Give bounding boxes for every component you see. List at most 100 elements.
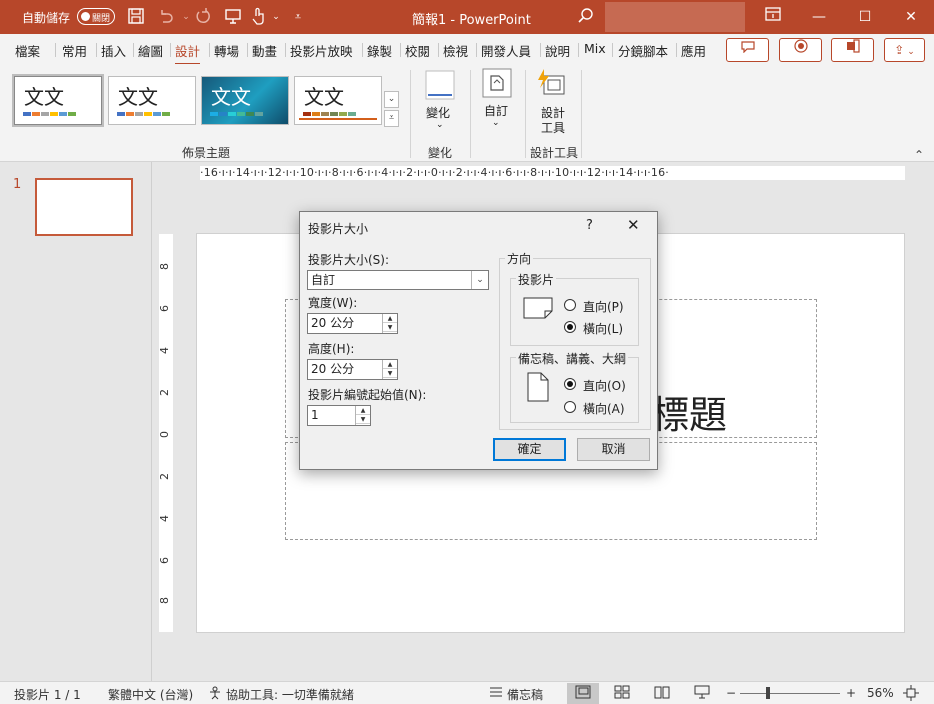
tab-draw[interactable]: 繪圖: [138, 41, 163, 60]
notes-landscape-label[interactable]: 橫向(A): [583, 400, 625, 417]
chevron-down-icon: ⌄: [436, 120, 444, 130]
record-button[interactable]: [779, 38, 822, 62]
tab-apps[interactable]: 應用: [681, 41, 706, 60]
undo-icon[interactable]: [156, 7, 176, 27]
fit-to-window-icon[interactable]: [903, 685, 919, 704]
zoom-in-button[interactable]: +: [846, 686, 856, 700]
touch-mode-icon[interactable]: [248, 7, 268, 27]
notes-portrait-label[interactable]: 直向(O): [583, 377, 626, 394]
share-button[interactable]: ⇪ ⌄: [884, 38, 925, 62]
width-spin-arrows[interactable]: ▲ ▼: [382, 314, 397, 333]
tab-design[interactable]: 設計: [175, 41, 201, 65]
menu-separator: [676, 43, 677, 57]
slides-portrait-label[interactable]: 直向(P): [583, 298, 624, 315]
notes-button[interactable]: 備忘稿: [507, 686, 543, 703]
theme-more-button[interactable]: ⩡: [384, 110, 399, 127]
slides-landscape-label[interactable]: 橫向(L): [583, 320, 623, 337]
zoom-out-button[interactable]: −: [726, 686, 736, 700]
ruler-tick-label: 2: [158, 473, 171, 480]
slides-portrait-radio[interactable]: [564, 299, 576, 311]
accessibility-icon[interactable]: [208, 686, 222, 703]
autosave-toggle[interactable]: 關閉: [77, 8, 115, 25]
presenter-icon[interactable]: [223, 7, 243, 27]
redo-icon[interactable]: [193, 7, 213, 27]
slides-landscape-radio[interactable]: [564, 321, 576, 333]
close-icon[interactable]: ✕: [888, 0, 934, 34]
title-bar: 自動儲存 關閉 ⌄ ⌄ ⩡ 簡報1 - PowerPoint — ☐ ✕: [0, 0, 934, 34]
status-bar: 投影片 1 / 1 繁體中文 (台灣) 協助工具: 一切準備就緒 備忘稿 − +…: [0, 681, 934, 704]
maximize-icon[interactable]: ☐: [842, 0, 888, 34]
spin-down-icon[interactable]: ▼: [356, 415, 370, 424]
dialog-close-button[interactable]: ✕: [627, 216, 640, 234]
spin-down-icon[interactable]: ▼: [383, 369, 397, 378]
accessibility-status[interactable]: 協助工具: 一切準備就緒: [226, 686, 354, 703]
collapse-ribbon-icon[interactable]: ⌃: [914, 148, 924, 162]
tab-storyboard[interactable]: 分鏡腳本: [618, 41, 668, 60]
theme-text: 文文: [211, 85, 251, 109]
cancel-button[interactable]: 取消: [577, 438, 650, 461]
designer-button[interactable]: 設計 工具: [536, 68, 570, 138]
tab-review[interactable]: 校閱: [405, 41, 430, 60]
notes-icon[interactable]: [489, 686, 503, 701]
zoom-slider-thumb[interactable]: [766, 687, 770, 699]
height-spinner[interactable]: 20 公分 ▲ ▼: [307, 359, 398, 380]
variants-button[interactable]: 變化 ⌄: [422, 70, 458, 134]
minimize-icon[interactable]: —: [796, 0, 842, 34]
slide-size-select[interactable]: 自訂 ⌄: [307, 270, 489, 290]
search-box[interactable]: [605, 2, 745, 32]
language-status[interactable]: 繁體中文 (台灣): [108, 686, 193, 703]
ruler-tick-label: 4: [158, 347, 171, 354]
theme-scroll-down-button[interactable]: ⌄: [384, 91, 399, 108]
teams-share-button[interactable]: [831, 38, 874, 62]
slideshow-view-icon[interactable]: [694, 685, 710, 702]
theme-thumbnail[interactable]: 文文: [108, 76, 196, 125]
slides-group-label: 投影片: [516, 271, 557, 288]
notes-portrait-radio[interactable]: [564, 378, 576, 390]
reading-view-icon[interactable]: [654, 685, 670, 702]
ruler-tick-label: 0: [158, 431, 171, 438]
tab-record[interactable]: 錄製: [367, 41, 392, 60]
customize-button[interactable]: 自訂 ⌄: [480, 68, 512, 132]
tab-developer[interactable]: 開發人員: [481, 41, 531, 60]
tab-slideshow[interactable]: 投影片放映: [290, 41, 353, 60]
number-start-spinner[interactable]: 1 ▲ ▼: [307, 405, 371, 426]
tab-help[interactable]: 說明: [545, 41, 570, 60]
notes-landscape-radio[interactable]: [564, 401, 576, 413]
number-spin-arrows[interactable]: ▲ ▼: [355, 406, 370, 425]
normal-view-icon[interactable]: [575, 685, 591, 702]
save-icon[interactable]: [126, 7, 146, 27]
theme-thumbnail[interactable]: 文文: [294, 76, 382, 125]
theme-color-stripes: [303, 112, 356, 116]
slide-sorter-icon[interactable]: [614, 685, 630, 702]
tab-transitions[interactable]: 轉場: [214, 41, 239, 60]
touch-dropdown-icon[interactable]: ⌄: [266, 7, 286, 27]
comment-button[interactable]: [726, 38, 769, 62]
width-spinner[interactable]: 20 公分 ▲ ▼: [307, 313, 398, 334]
zoom-level[interactable]: 56%: [867, 686, 894, 700]
tab-view[interactable]: 檢視: [443, 41, 468, 60]
customize-icon[interactable]: ⩡: [288, 7, 308, 27]
group-separator: [581, 70, 582, 158]
tab-file[interactable]: 檔案: [15, 41, 40, 60]
number-start-value: 1: [311, 408, 319, 422]
height-spin-arrows[interactable]: ▲ ▼: [382, 360, 397, 379]
zoom-slider-track[interactable]: [740, 693, 840, 694]
search-icon[interactable]: [576, 7, 596, 27]
tab-insert[interactable]: 插入: [101, 41, 126, 60]
tab-animations[interactable]: 動畫: [252, 41, 277, 60]
ok-button[interactable]: 確定: [493, 438, 566, 461]
tab-home[interactable]: 常用: [62, 41, 87, 60]
spin-up-icon[interactable]: ▲: [383, 314, 397, 323]
help-button[interactable]: ?: [586, 218, 593, 233]
spin-down-icon[interactable]: ▼: [383, 323, 397, 332]
chevron-down-icon[interactable]: ⌄: [471, 271, 488, 289]
menu-separator: [612, 43, 613, 57]
spin-up-icon[interactable]: ▲: [383, 360, 397, 369]
ribbon-display-icon[interactable]: [750, 0, 796, 34]
menu-separator: [170, 43, 171, 57]
slide-thumbnail[interactable]: [35, 178, 133, 236]
theme-thumbnail[interactable]: 文文: [12, 74, 104, 127]
theme-thumbnail[interactable]: 文文: [201, 76, 289, 125]
spin-up-icon[interactable]: ▲: [356, 406, 370, 415]
tab-mix[interactable]: Mix: [584, 41, 606, 56]
